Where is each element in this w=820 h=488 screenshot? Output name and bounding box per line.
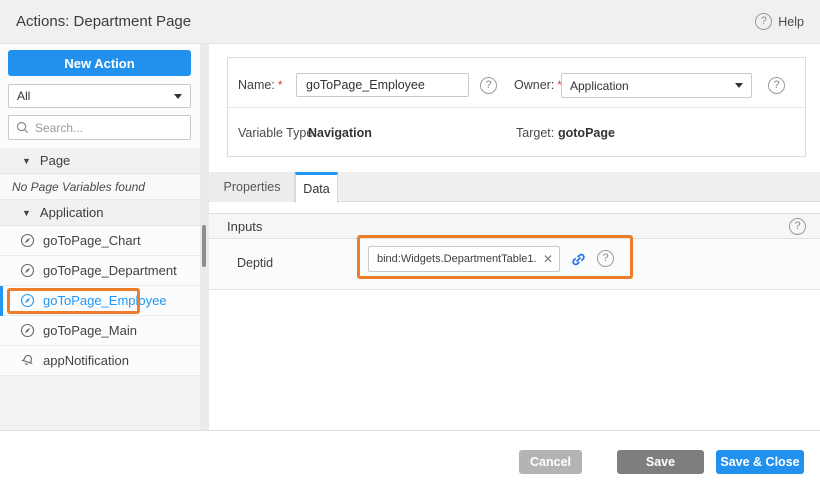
sidebar-scrollbar [200,44,209,430]
clear-bind-icon[interactable]: ✕ [537,252,559,266]
cancel-button[interactable]: Cancel [519,450,582,474]
variables-sidebar: New Action All ▼ Page No Page Variables … [0,44,200,430]
tree-group-page[interactable]: ▼ Page [0,148,200,174]
inputs-help-icon[interactable]: ? [789,218,806,235]
collapse-triangle-icon: ▼ [22,156,31,166]
sidebar-item-gotopage-employee[interactable]: goToPage_Employee [0,286,200,316]
variable-detail-panel: Name: * ? Owner: * Application ? Variabl… [209,44,820,430]
name-label: Name: * [238,72,283,98]
card-divider [228,107,805,108]
name-field[interactable] [296,73,469,97]
sidebar-item-appnotification[interactable]: appNotification [0,346,200,376]
bind-link-icon[interactable] [570,251,587,268]
tree-item-label: goToPage_Employee [43,293,167,308]
variable-search [8,115,191,140]
selected-item-indicator [0,286,3,316]
bind-expression-value: bind:Widgets.DepartmentTable1.select [369,253,537,265]
save-button[interactable]: Save [617,450,704,474]
sidebar-filler [0,376,200,430]
navigation-variable-icon [20,293,35,308]
inputs-section-title: Inputs [227,219,262,234]
tree-item-label: goToPage_Department [43,263,177,278]
help-label: Help [778,15,804,29]
owner-label: Owner: * [514,72,562,98]
new-action-button[interactable]: New Action [8,50,191,76]
actions-dialog: Actions: Department Page ? Help New Acti… [0,0,820,488]
navigation-variable-icon [20,233,35,248]
deptid-label: Deptid [237,256,273,270]
filter-selected-value: All [17,89,174,103]
collapse-triangle-icon: ▼ [22,208,31,218]
variable-filter-select[interactable]: All [8,84,191,108]
inputs-section-header: Inputs ? [209,213,820,239]
dialog-footer: Cancel Save Save & Close [0,430,820,488]
input-field-row: Deptid bind:Widgets.DepartmentTable1.sel… [209,239,820,290]
help-button[interactable]: ? Help [755,13,804,30]
target-value: gotoPage [558,120,615,146]
help-icon: ? [755,13,772,30]
search-icon [16,121,29,134]
tree-item-label: goToPage_Main [43,323,137,338]
variable-type-label: Variable Type: [238,120,317,146]
tab-data[interactable]: Data [295,172,338,203]
tree-item-label: appNotification [43,353,129,368]
required-marker: * [278,78,283,92]
target-label: Target: [516,120,554,146]
save-and-close-button[interactable]: Save & Close [716,450,804,474]
variable-type-value: Navigation [308,120,372,146]
dialog-header: Actions: Department Page ? Help [0,0,820,44]
group-label: Application [40,205,104,220]
page-variables-empty-message: No Page Variables found [0,174,200,200]
group-label: Page [40,153,70,168]
owner-help-icon[interactable]: ? [768,77,785,94]
sidebar-item-gotopage-chart[interactable]: goToPage_Chart [0,226,200,256]
navigation-variable-icon [20,323,35,338]
page-title: Actions: Department Page [16,13,191,30]
deptid-bind-field[interactable]: bind:Widgets.DepartmentTable1.select ✕ [368,246,560,272]
chevron-down-icon [174,94,182,99]
sidebar-item-gotopage-department[interactable]: goToPage_Department [0,256,200,286]
variable-summary-card: Name: * ? Owner: * Application ? Variabl… [227,57,806,157]
chevron-down-icon [735,83,743,88]
tree-item-label: goToPage_Chart [43,233,141,248]
detail-tabbar: Properties Data [209,172,820,202]
deptid-help-icon[interactable]: ? [597,250,614,267]
sidebar-item-gotopage-main[interactable]: goToPage_Main [0,316,200,346]
scrollbar-thumb[interactable] [202,225,206,267]
tree-group-application[interactable]: ▼ Application [0,200,200,226]
owner-selected-value: Application [570,79,735,93]
owner-select[interactable]: Application [561,73,752,98]
tab-properties[interactable]: Properties [210,172,295,202]
notification-variable-icon [20,353,35,368]
search-input[interactable] [35,121,183,135]
name-help-icon[interactable]: ? [480,77,497,94]
navigation-variable-icon [20,263,35,278]
